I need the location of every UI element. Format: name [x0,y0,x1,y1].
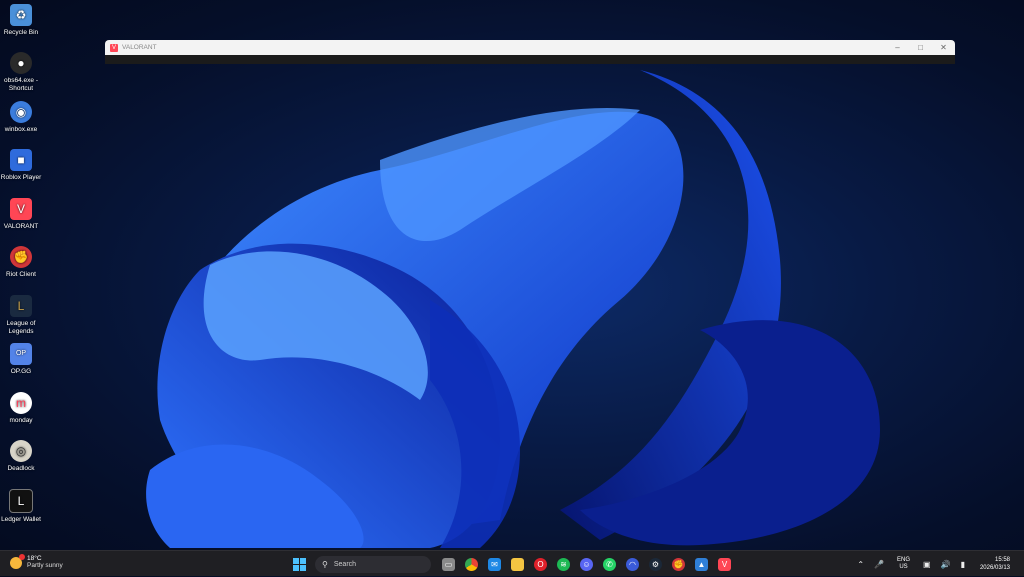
taskbar-app-opera[interactable]: O [530,554,552,574]
desktop-icon-label: Riot Client [6,271,36,278]
start-button[interactable] [289,554,311,574]
window-titlebar[interactable]: V VALORANT – □ ✕ [105,40,955,55]
steam-icon: ⚙ [649,557,662,571]
wallpaper-bloom [146,70,880,548]
desktop-icon-league-of-legends[interactable]: L League of Legends [0,295,42,336]
valorant-icon: V [10,198,32,220]
desktop-icon-label: Deadlock [7,465,35,472]
taskbar-apps: ⚲ Search ▭ ✉ O ≋ ☺ ✆ ◠ ⚙ ✊ ▲ V [288,554,736,574]
desktop-icon-label: monday [9,417,33,424]
partly-sunny-icon [10,553,25,569]
photos-icon: ▲ [695,557,708,571]
taskbar-app-spotify[interactable]: ≋ [553,554,575,574]
desktop-icon-label: winbox.exe [4,126,38,133]
region-code: US [899,564,908,570]
deadlock-icon: ◎ [10,440,32,462]
desktop-icon-winbox[interactable]: ◉ winbox.exe [0,101,42,134]
folder-icon [511,557,524,571]
desktop-icon-monday[interactable]: m monday [0,392,42,425]
taskbar-app-file-explorer[interactable] [507,554,529,574]
desktop-icon-label: Ledger Wallet [1,516,41,523]
ledger-wallet-icon: L [9,489,33,513]
chrome-icon [465,557,478,571]
valorant-icon: V [718,557,731,571]
taskbar-app-valorant[interactable]: V [714,554,736,574]
desktop-icon-label: obs64.exe - Shortcut [4,77,38,92]
microphone-icon[interactable]: 🎤 [874,560,884,569]
opgg-icon: OP [10,343,32,365]
taskbar-app-arc[interactable]: ◠ [622,554,644,574]
winbox-icon: ◉ [10,101,32,123]
mail-icon: ✉ [488,557,501,571]
taskbar-app-chrome[interactable] [461,554,483,574]
taskbar-app-riot-client[interactable]: ✊ [668,554,690,574]
window-title: VALORANT [122,44,157,51]
recycle-bin-icon: ♻ [10,4,32,26]
desktop-icon-label: League of Legends [6,320,36,335]
desktop-icon-opgg[interactable]: OP OP.GG [0,343,42,376]
clock-date: 2026/03/13 [979,565,1010,571]
desktop-icon-ledger-wallet[interactable]: L Ledger Wallet [0,489,42,524]
desktop-icon-label: Roblox Player [0,174,42,181]
weather-widget[interactable]: 18°C Partly sunny [10,553,63,570]
close-button[interactable]: ✕ [932,43,955,52]
spotify-icon: ≋ [557,557,570,571]
maximize-button[interactable]: □ [909,43,932,52]
desktop-icon-recycle-bin[interactable]: ♻ Recycle Bin [0,4,42,37]
riot-client-icon: ✊ [672,557,685,571]
taskbar-app-photos[interactable]: ▲ [691,554,713,574]
desktop-icon-label: Recycle Bin [3,29,39,36]
clock-time: 15:58 [994,557,1010,563]
taskbar-app-task-view[interactable]: ▭ [438,554,460,574]
volume-icon[interactable]: 🔊 [941,560,951,569]
taskbar-app-mail[interactable]: ✉ [484,554,506,574]
system-tray: ⌃ 🎤 ENG US ▣ 🔊 ▮ 15:58 2026/03/13 [852,551,1024,577]
monday-icon: m [10,392,32,414]
desktop-icon-deadlock[interactable]: ◎ Deadlock [0,440,42,473]
desktop-icon-label: VALORANT [3,223,39,230]
search-placeholder: Search [333,560,357,568]
taskbar: 18°C Partly sunny ⚲ Search ▭ ✉ O ≋ ☺ ✆ ◠… [0,550,1024,576]
display-icon[interactable]: ▣ [923,560,931,569]
clock[interactable]: 15:58 2026/03/13 [980,556,1010,572]
discord-icon: ☺ [580,557,593,571]
desktop-icon-riot-client[interactable]: ✊ Riot Client [0,246,42,279]
minimize-button[interactable]: – [886,43,909,52]
weather-condition: Partly sunny [27,562,63,569]
desktop-icon-roblox[interactable]: ■ Roblox Player [0,149,42,182]
league-of-legends-icon: L [10,295,32,317]
arc-icon: ◠ [626,557,639,571]
windows-logo-icon [293,557,306,571]
valorant-icon: V [110,43,118,52]
weather-temp: 18°C [27,555,42,562]
desktop-icon-valorant[interactable]: V VALORANT [0,198,42,231]
taskbar-search[interactable]: ⚲ Search [315,555,431,573]
desktop-icon-obs[interactable]: ● obs64.exe - Shortcut [0,52,42,93]
valorant-window[interactable]: V VALORANT – □ ✕ [105,40,955,64]
task-view-icon: ▭ [442,557,455,571]
taskbar-app-discord[interactable]: ☺ [576,554,598,574]
desktop-icon-label: OP.GG [10,368,32,375]
opera-icon: O [534,557,547,571]
language-indicator[interactable]: ENG US [897,557,910,571]
whatsapp-icon: ✆ [603,557,616,571]
roblox-icon: ■ [10,149,32,171]
chevron-up-icon[interactable]: ⌃ [857,560,864,569]
taskbar-app-steam[interactable]: ⚙ [645,554,667,574]
search-icon: ⚲ [322,559,328,569]
taskbar-app-whatsapp[interactable]: ✆ [599,554,621,574]
riot-client-icon: ✊ [10,246,32,268]
obs-icon: ● [10,52,32,74]
battery-icon[interactable]: ▮ [961,560,965,569]
language-code: ENG [897,557,911,563]
